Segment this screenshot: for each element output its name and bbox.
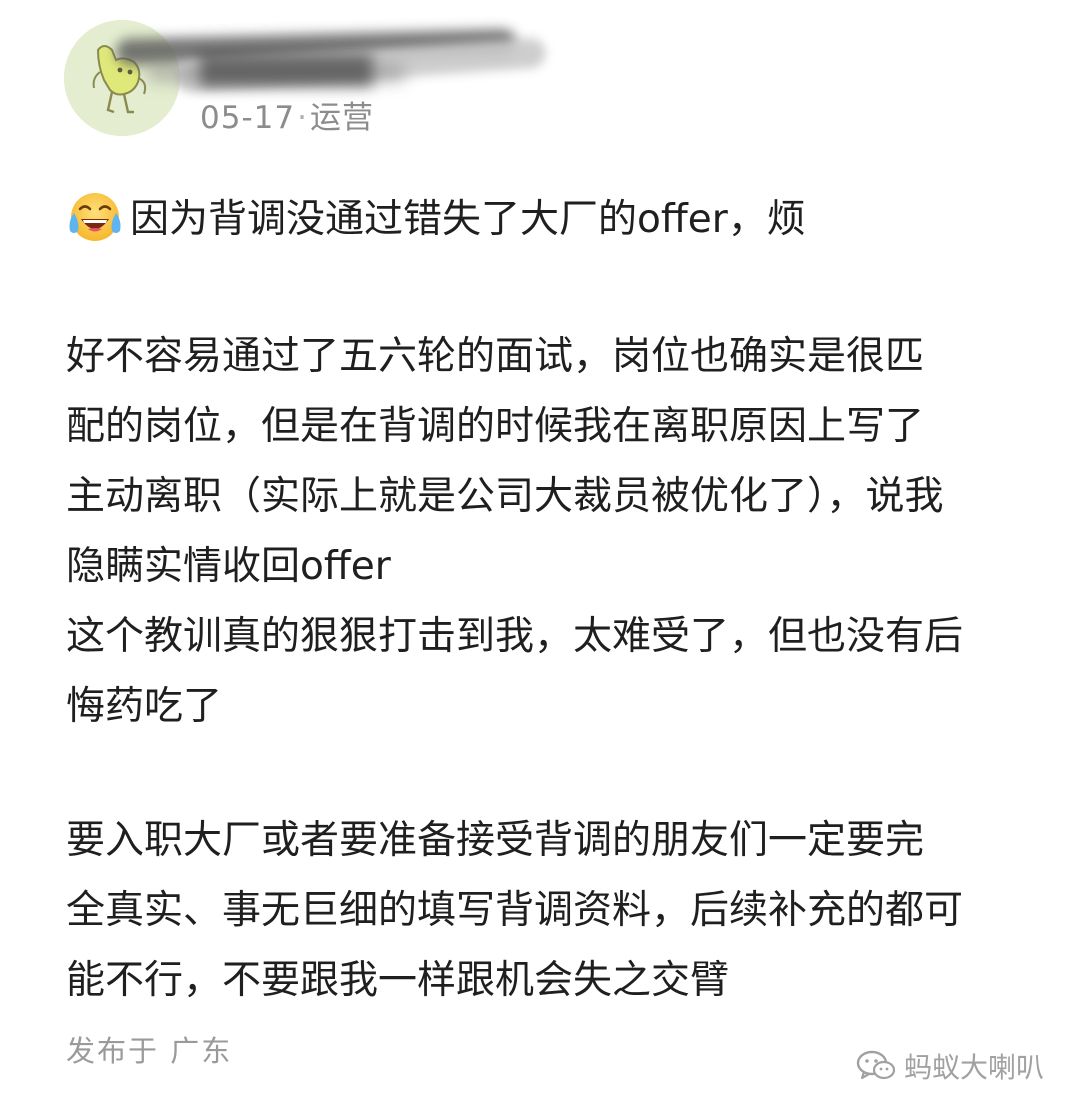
post-location: 发布于 广东 — [66, 1034, 233, 1068]
post-date: 05-17 — [200, 100, 296, 136]
post-title-row: 因为背调没通过错失了大厂的offer，烦 — [66, 186, 806, 246]
username-text: ████████ — [200, 54, 373, 87]
username-redacted[interactable]: ████████ — [106, 24, 556, 94]
laughing-crying-emoji-icon — [69, 193, 121, 241]
post-title: 因为背调没通过错失了大厂的offer，烦 — [130, 197, 806, 242]
paragraph-line: 主动离职（实际上就是公司大裁员被优化了），说我 — [66, 474, 944, 519]
post-paragraph: 好不容易通过了五六轮的面试，岗位也确实是很匹 配的岗位，但是在背调的时候我在离职… — [66, 322, 1046, 742]
paragraph-line: 全真实、事无巨细的填写背调资料，后续补充的都可 — [66, 888, 964, 933]
paragraph-line: 悔药吃了 — [66, 684, 223, 729]
paragraph-line: 隐瞒实情收回offer — [66, 544, 391, 589]
meta-separator: · — [297, 100, 308, 136]
post-meta: 05-17·运营 — [200, 92, 374, 137]
post-category[interactable]: 运营 — [310, 100, 374, 136]
post-paragraph: 要入职大厂或者要准备接受背调的朋友们一定要完 全真实、事无巨细的填写背调资料，后… — [66, 806, 1046, 1016]
paragraph-line: 配的岗位，但是在背调的时候我在离职原因上写了 — [66, 404, 925, 449]
paragraph-line: 能不行，不要跟我一样跟机会失之交臂 — [66, 958, 730, 1003]
paragraph-line: 这个教训真的狠狠打击到我，太难受了，但也没有后 — [66, 614, 964, 659]
paragraph-line: 好不容易通过了五六轮的面试，岗位也确实是很匹 — [66, 334, 925, 379]
watermark-text: 蚂蚁大喇叭 — [903, 1051, 1044, 1084]
watermark: 蚂蚁大喇叭 — [856, 1046, 1044, 1086]
post-card: ████████ 05-17·运营 因为背调没通过错失了大厂的offer，烦 好… — [0, 0, 1080, 1116]
wechat-official-account-icon — [856, 1050, 896, 1080]
paragraph-line: 要入职大厂或者要准备接受背调的朋友们一定要完 — [66, 818, 925, 863]
